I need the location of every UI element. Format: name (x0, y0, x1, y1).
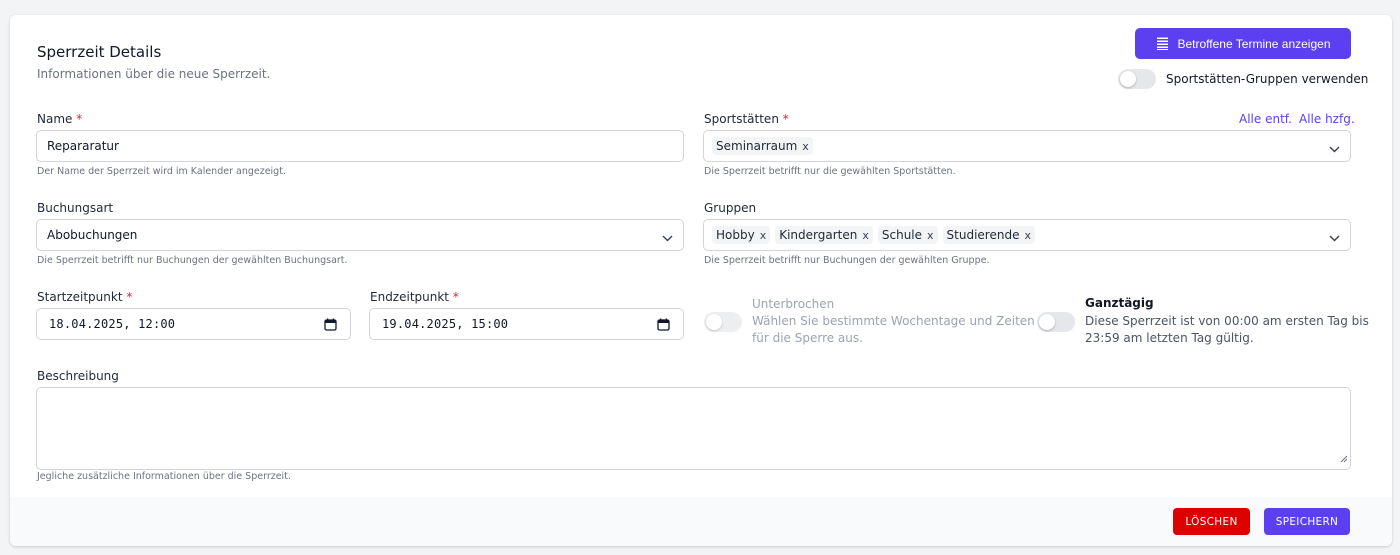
start-datetime-value: 18.04.2025, 12:00 (49, 317, 176, 331)
start-datetime-input[interactable]: 18.04.2025, 12:00 (36, 308, 351, 340)
remove-all-link[interactable]: Alle entf. (1239, 112, 1292, 126)
required-marker: * (76, 112, 83, 126)
sport-group-toggle-label: Sportstätten-Gruppen verwenden (1166, 72, 1369, 86)
beschreibung-help: Jegliche zusätzliche Informationen über … (37, 471, 291, 482)
buchungsart-value: Abobuchungen (47, 228, 138, 242)
unterbrochen-toggle[interactable] (704, 312, 742, 332)
calendar-icon[interactable] (657, 318, 670, 334)
form-footer: LÖSCHEN SPEICHERN (10, 497, 1392, 546)
selected-chip: Schule x (877, 226, 938, 244)
selected-chip: Kindergarten x (775, 226, 873, 244)
buchungsart-label: Buchungsart (37, 201, 114, 215)
unterbrochen-desc-line2: für die Sperre aus. (752, 331, 863, 345)
calendar-icon[interactable] (324, 318, 337, 334)
list-icon (1156, 37, 1169, 50)
sportstaetten-label: Sportstätten * (704, 112, 789, 126)
chevron-down-icon[interactable] (1329, 142, 1340, 156)
required-marker: * (782, 112, 789, 126)
sperrzeit-details-card: Sperrzeit Details Informationen über die… (10, 15, 1392, 546)
buchungsart-help: Die Sperrzeit betrifft nur Buchungen der… (37, 255, 348, 266)
chip-remove-button[interactable]: x (927, 229, 934, 242)
sport-group-toggle[interactable] (1118, 69, 1156, 89)
page-title: Sperrzeit Details (37, 43, 162, 61)
ganztaegig-toggle[interactable] (1037, 312, 1075, 332)
beschreibung-textarea[interactable] (36, 387, 1351, 470)
gruppen-select[interactable]: Hobby x Kindergarten x Schule x Studierende… (703, 219, 1351, 251)
delete-button[interactable]: LÖSCHEN (1173, 508, 1250, 535)
name-input[interactable]: Repararatur (36, 130, 684, 162)
ganztaegig-desc-line2: 23:59 am letzten Tag gültig. (1085, 331, 1254, 345)
page-subtitle: Informationen über die neue Sperrzeit. (37, 67, 271, 81)
name-label: Name * (37, 112, 83, 126)
required-marker: * (452, 290, 459, 304)
unterbrochen-title: Unterbrochen (752, 297, 835, 311)
save-button[interactable]: SPEICHERN (1264, 508, 1350, 535)
chip-remove-button[interactable]: x (862, 229, 869, 242)
required-marker: * (126, 290, 133, 304)
resize-handle-icon[interactable] (1340, 448, 1348, 467)
chevron-down-icon[interactable] (1329, 231, 1340, 245)
selected-chip: Seminarraum x (712, 137, 813, 155)
ganztaegig-desc-line1: Diese Sperrzeit ist von 00:00 am ersten … (1085, 314, 1369, 328)
chip-remove-button[interactable]: x (760, 229, 767, 242)
chip-remove-button[interactable]: x (802, 140, 809, 153)
chevron-down-icon[interactable] (662, 231, 673, 245)
selected-chip: Studierende x (942, 226, 1035, 244)
name-help: Der Name der Sperrzeit wird im Kalender … (37, 166, 286, 177)
beschreibung-label: Beschreibung (37, 369, 119, 383)
end-datetime-input[interactable]: 19.04.2025, 15:00 (369, 308, 684, 340)
chip-remove-button[interactable]: x (1024, 229, 1031, 242)
show-affected-appointments-button[interactable]: Betroffene Termine anzeigen (1135, 28, 1351, 59)
selected-chip: Hobby x (712, 226, 771, 244)
show-affected-appointments-label: Betroffene Termine anzeigen (1177, 36, 1331, 51)
start-label: Startzeitpunkt * (37, 290, 133, 304)
end-label: Endzeitpunkt * (370, 290, 459, 304)
sportstaetten-help: Die Sperrzeit betrifft nur die gewählten… (704, 166, 956, 177)
end-datetime-value: 19.04.2025, 15:00 (382, 317, 509, 331)
gruppen-label: Gruppen (704, 201, 757, 215)
gruppen-help: Die Sperrzeit betrifft nur Buchungen der… (704, 255, 990, 266)
name-input-value: Repararatur (47, 139, 119, 153)
add-all-link[interactable]: Alle hzfg. (1299, 112, 1355, 126)
buchungsart-select[interactable]: Abobuchungen (36, 219, 684, 251)
unterbrochen-desc-line1: Wählen Sie bestimmte Wochentage und Zeit… (752, 314, 1035, 328)
ganztaegig-title: Ganztägig (1085, 296, 1154, 310)
sportstaetten-select[interactable]: Seminarraum x (703, 130, 1351, 162)
